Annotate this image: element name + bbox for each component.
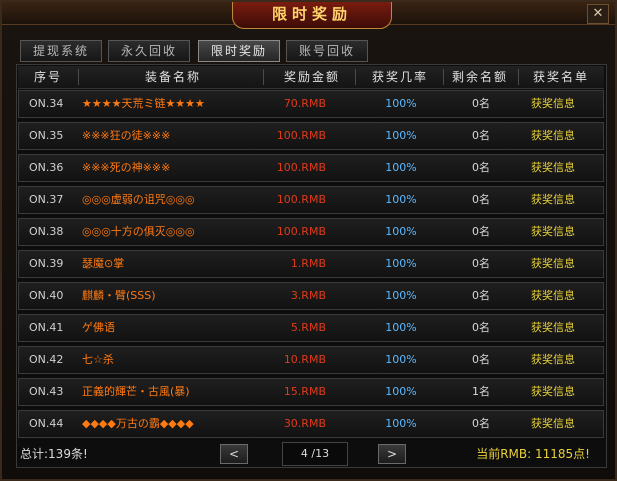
reward-window: 限时奖励 ✕ 提现系统 永久回收 限时奖励 账号回收 序号 装备名称 奖励金额 … [0,0,617,481]
table-row: ON.39 瑟魔⊙掌 1.RMB 100% 0名 获奖信息 [18,250,604,278]
row-no: ON.40 [29,289,64,302]
table-row: ON.36 ※※※死の神※※※ 100.RMB 100% 0名 获奖信息 [18,154,604,182]
row-amount: 10.RMB [283,353,326,366]
row-item-name: 正義的輝芒・古風(暴) [82,385,190,398]
rmb-balance: 当前RMB: 11185点! [476,447,590,461]
row-amount: 5.RMB [290,321,326,334]
table-row: ON.35 ※※※狂の徒※※※ 100.RMB 100% 0名 获奖信息 [18,122,604,150]
next-page-button[interactable]: > [378,444,406,464]
prev-page-button[interactable]: < [220,444,248,464]
row-no: ON.38 [29,225,64,238]
row-remaining: 0名 [472,257,490,270]
row-rate: 100% [385,129,417,142]
winner-info-link[interactable]: 获奖信息 [531,91,575,117]
winner-info-link[interactable]: 获奖信息 [531,347,575,373]
header-amount: 奖励金额 [283,70,340,84]
table-row: ON.42 七☆杀 10.RMB 100% 0名 获奖信息 [18,346,604,374]
total-count: 总计:139条! [20,447,88,461]
row-remaining: 0名 [472,225,490,238]
row-no: ON.43 [29,385,64,398]
row-remaining: 0名 [472,129,490,142]
window-title: 限时奖励 [271,5,352,23]
row-item-name: ★★★★天荒ミ链★★★★ [82,97,205,110]
winner-info-link[interactable]: 获奖信息 [531,411,575,437]
row-amount: 100.RMB [276,225,326,238]
winner-info-link[interactable]: 获奖信息 [531,219,575,245]
table-header: 序号 装备名称 奖励金额 获奖几率 剩余名额 获奖名单 [18,66,604,89]
row-no: ON.35 [29,129,64,142]
tab-limited-reward[interactable]: 限时奖励 [198,40,280,62]
row-item-name: 麒麟・臂(SSS) [82,289,156,302]
tab-account-recycle[interactable]: 账号回收 [286,40,368,62]
header-winners: 获奖名单 [532,70,589,84]
row-remaining: 0名 [472,289,490,302]
row-rate: 100% [385,257,417,270]
row-item-name: ※※※死の神※※※ [82,161,171,174]
page-indicator: 4 /13 [282,442,348,466]
row-no: ON.44 [29,417,64,430]
row-no: ON.39 [29,257,64,270]
header-item-name: 装备名称 [144,70,201,84]
winner-info-link[interactable]: 获奖信息 [531,123,575,149]
row-item-name: 瑟魔⊙掌 [82,257,125,270]
winner-info-link[interactable]: 获奖信息 [531,283,575,309]
row-no: ON.42 [29,353,64,366]
table-row: ON.38 ◎◎◎十方の俱灭◎◎◎ 100.RMB 100% 0名 获奖信息 [18,218,604,246]
row-rate: 100% [385,385,417,398]
row-no: ON.41 [29,321,64,334]
table-row: ON.43 正義的輝芒・古風(暴) 15.RMB 100% 1名 获奖信息 [18,378,604,406]
row-item-name: 七☆杀 [82,353,114,366]
row-amount: 3.RMB [290,289,326,302]
title-plate: 限时奖励 [232,2,392,29]
row-remaining: 0名 [472,193,490,206]
row-item-name: ◎◎◎虚弱の诅咒◎◎◎ [82,193,195,206]
row-no: ON.36 [29,161,64,174]
winner-info-link[interactable]: 获奖信息 [531,187,575,213]
row-rate: 100% [385,97,417,110]
pagination-footer: 总计:139条! < 4 /13 > 当前RMB: 11185点! [20,442,598,466]
row-amount: 100.RMB [276,161,326,174]
row-rate: 100% [385,289,417,302]
row-remaining: 0名 [472,161,490,174]
winner-info-link[interactable]: 获奖信息 [531,315,575,341]
row-remaining: 1名 [472,385,490,398]
row-rate: 100% [385,417,417,430]
row-amount: 70.RMB [283,97,326,110]
row-item-name: ◎◎◎十方の俱灭◎◎◎ [82,225,195,238]
row-remaining: 0名 [472,417,490,430]
row-no: ON.34 [29,97,64,110]
row-no: ON.37 [29,193,64,206]
table-row: ON.41 ゲ佛语 5.RMB 100% 0名 获奖信息 [18,314,604,342]
table-row: ON.40 麒麟・臂(SSS) 3.RMB 100% 0名 获奖信息 [18,282,604,310]
row-amount: 100.RMB [276,193,326,206]
winner-info-link[interactable]: 获奖信息 [531,379,575,405]
header-remaining: 剩余名额 [451,70,508,84]
row-remaining: 0名 [472,321,490,334]
close-button[interactable]: ✕ [587,4,609,24]
header-rate: 获奖几率 [371,70,428,84]
table-row: ON.37 ◎◎◎虚弱の诅咒◎◎◎ 100.RMB 100% 0名 获奖信息 [18,186,604,214]
row-remaining: 0名 [472,97,490,110]
tab-withdraw-system[interactable]: 提现系统 [20,40,102,62]
table-row: ON.34 ★★★★天荒ミ链★★★★ 70.RMB 100% 0名 获奖信息 [18,90,604,118]
table-row: ON.44 ◆◆◆◆万古の霸◆◆◆◆ 30.RMB 100% 0名 获奖信息 [18,410,604,438]
winner-info-link[interactable]: 获奖信息 [531,155,575,181]
row-amount: 100.RMB [276,129,326,142]
winner-info-link[interactable]: 获奖信息 [531,251,575,277]
row-item-name: ※※※狂の徒※※※ [82,129,171,142]
header-no: 序号 [33,70,62,84]
row-rate: 100% [385,353,417,366]
row-amount: 1.RMB [290,257,326,270]
row-rate: 100% [385,225,417,238]
row-remaining: 0名 [472,353,490,366]
row-item-name: ゲ佛语 [82,321,115,334]
tab-permanent-recycle[interactable]: 永久回收 [108,40,190,62]
row-rate: 100% [385,161,417,174]
row-rate: 100% [385,193,417,206]
row-item-name: ◆◆◆◆万古の霸◆◆◆◆ [82,417,194,430]
row-amount: 30.RMB [283,417,326,430]
row-rate: 100% [385,321,417,334]
row-amount: 15.RMB [283,385,326,398]
